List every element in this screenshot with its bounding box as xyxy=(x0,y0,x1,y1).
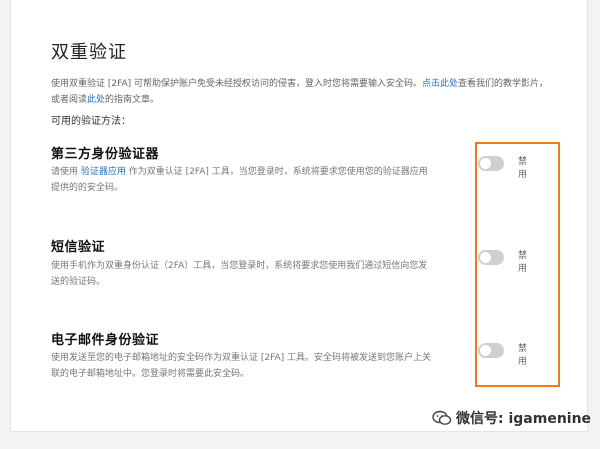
sms-desc: 使用手机作为双重身份认证（2FA）工具，当您登录时，系统将要求您使用我们通过短信… xyxy=(51,261,428,287)
watermark-text: 微信号: igamenine xyxy=(456,411,592,427)
authenticator-desc-before: 请使用 xyxy=(51,167,81,177)
intro-text-after: 的指南文章。 xyxy=(105,95,160,105)
authenticator-desc: 请使用 验证器应用 作为双重认证 [2FA] 工具，当您登录时，系统将要求您使用… xyxy=(51,164,431,196)
guide-article-link[interactable]: 此处 xyxy=(87,95,105,105)
authenticator-title: 第三方身份验证器 xyxy=(51,147,160,162)
sms-title: 短信验证 xyxy=(51,240,106,255)
highlight-annotation-box xyxy=(475,142,560,387)
tutorial-video-link[interactable]: 点击此处 xyxy=(422,79,458,89)
wechat-icon xyxy=(432,410,452,426)
authenticator-app-link[interactable]: 验证器应用 xyxy=(81,167,126,177)
email-auth-desc: 使用发送至您的电子邮箱地址的安全码作为双重认证 [2FA] 工具。安全码将被发送… xyxy=(51,353,431,379)
watermark: 微信号: igamenine xyxy=(432,408,591,428)
intro-text-before: 使用双重验证 [2FA] 可帮助保护账户免受未经授权访问的侵害，登入时您将需要输… xyxy=(51,79,422,89)
intro-text: 使用双重验证 [2FA] 可帮助保护账户免受未经授权访问的侵害，登入时您将需要输… xyxy=(51,76,551,108)
page-title: 双重验证 xyxy=(51,42,127,63)
available-methods-label: 可用的验证方法： xyxy=(51,116,131,127)
email-auth-title: 电子邮件身份验证 xyxy=(51,333,160,348)
